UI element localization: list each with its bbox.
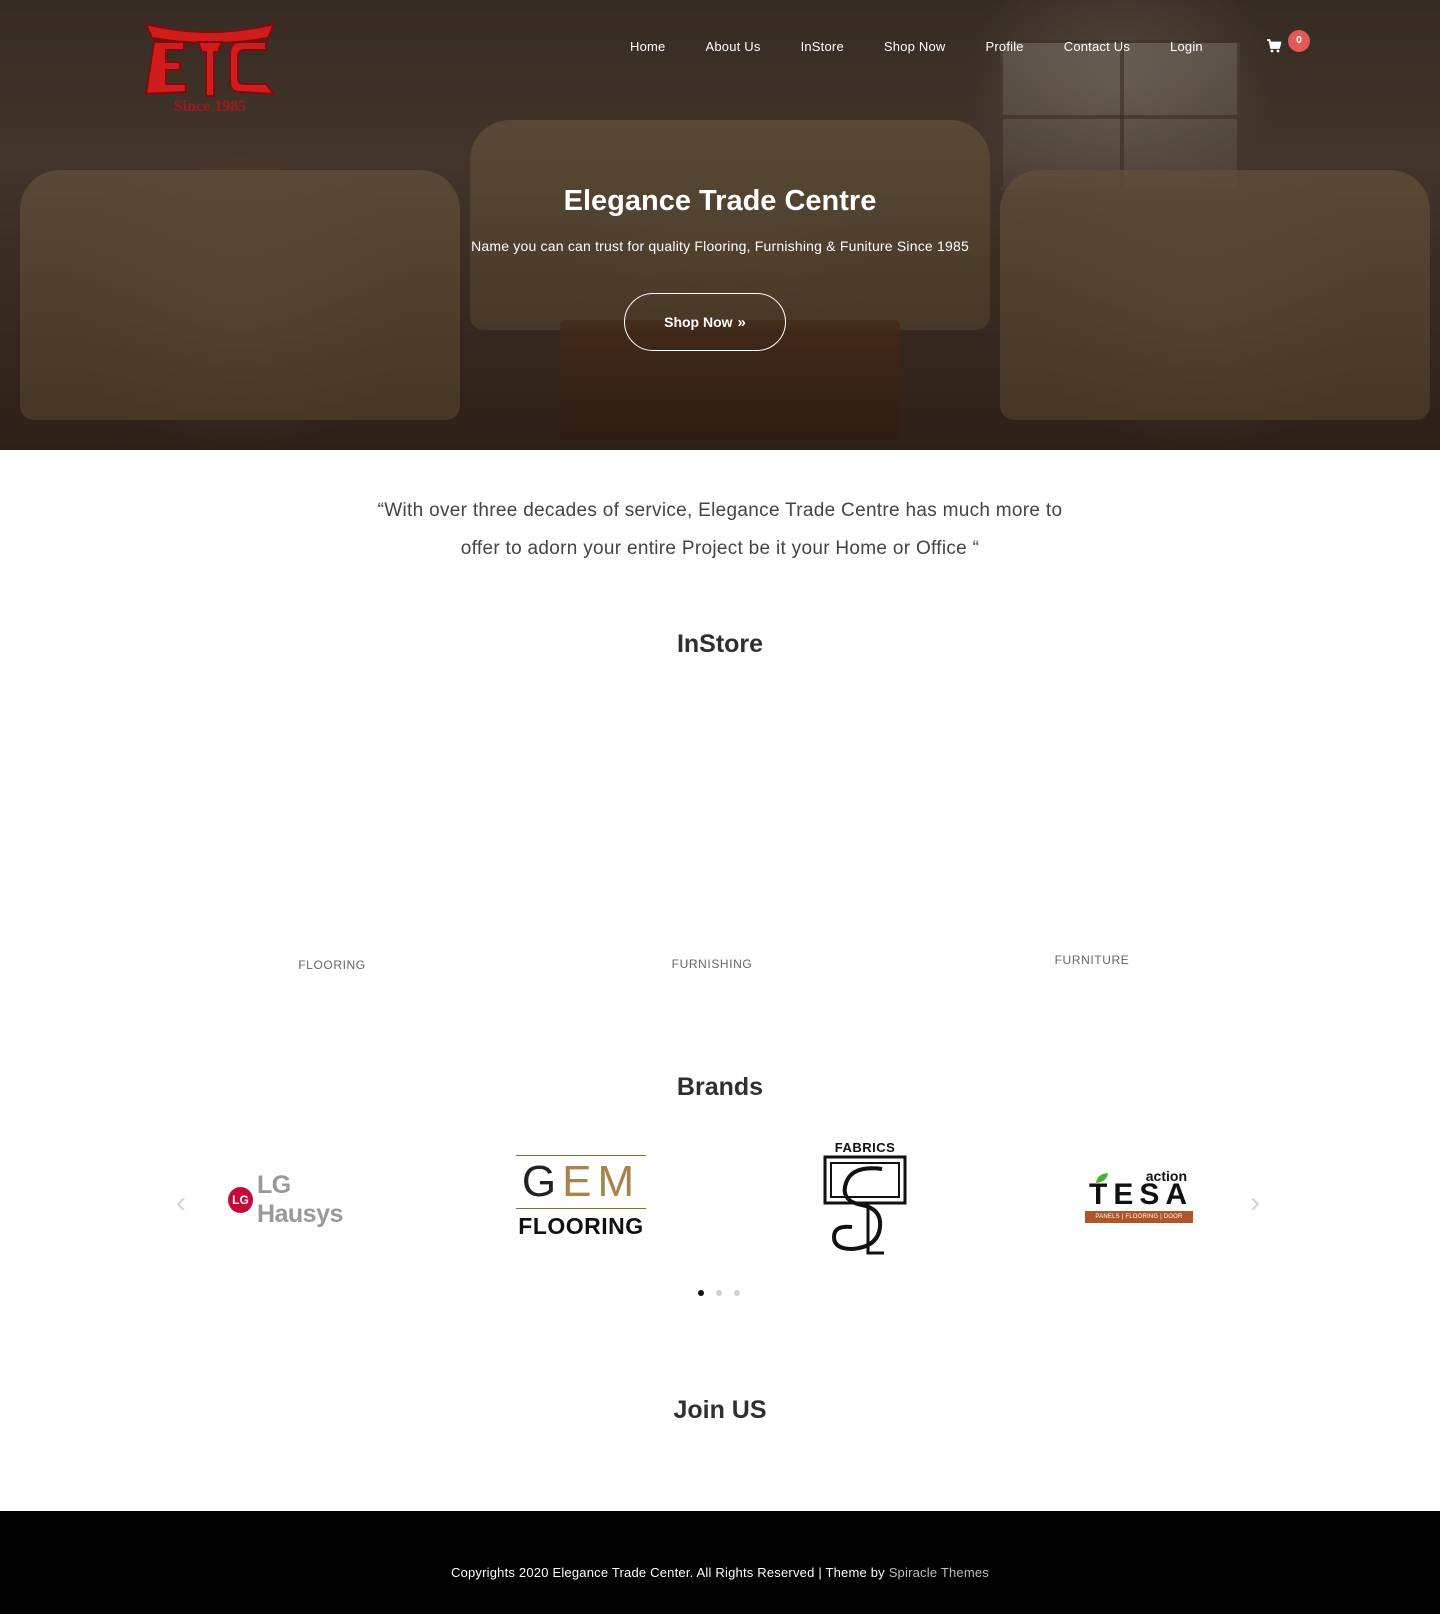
category-flooring[interactable]: FLOORING (252, 958, 412, 972)
carousel-dot-2[interactable] (716, 1290, 722, 1296)
chevron-right-icon[interactable]: › (1250, 1186, 1260, 1220)
nav-home[interactable]: Home (630, 39, 665, 54)
fabrics-logo-label: FABRICS (834, 1140, 896, 1155)
footer-copyright: Copyrights 2020 Elegance Trade Center. A… (0, 1565, 1440, 1580)
cart-icon (1267, 39, 1282, 53)
gem-logo-sub: FLOORING (518, 1213, 644, 1239)
cart-count-badge: 0 (1288, 30, 1310, 52)
category-furniture[interactable]: FURNITURE (1012, 953, 1172, 967)
tesa-logo-bar: PANELS | FLOORING | DOOR SKINS (1085, 1211, 1193, 1232)
nav-profile[interactable]: Profile (985, 39, 1023, 54)
gem-logo-mark: G EM (516, 1155, 646, 1209)
carousel-dot-3[interactable] (734, 1290, 740, 1296)
tesa-leaf-icon (1096, 1173, 1108, 1183)
brand-gem-flooring[interactable]: G EM FLOORING (516, 1155, 646, 1245)
intro-quote: “With over three decades of service, Ele… (320, 492, 1120, 568)
cart-button[interactable]: 0 (1266, 30, 1314, 58)
carousel-dots (698, 1290, 752, 1296)
logo-mark (144, 22, 277, 97)
brand-fabrics[interactable]: FABRICS (822, 1140, 908, 1256)
brand-action-tesa[interactable]: action TESA PANELS | FLOORING | DOOR SKI… (1085, 1168, 1195, 1232)
gem-logo-em: EM (562, 1157, 641, 1206)
hero-banner: Since 1985 Home About Us InStore Shop No… (0, 0, 1440, 450)
quote-line-2: offer to adorn your entire Project be it… (460, 538, 980, 559)
lg-logo-mark: LG (228, 1187, 253, 1213)
logo-tagline: Since 1985 (173, 98, 247, 115)
double-chevron-right-icon: » (737, 313, 746, 331)
carousel-dot-1[interactable] (698, 1290, 704, 1296)
site-footer: Copyrights 2020 Elegance Trade Center. A… (0, 1511, 1440, 1614)
brand-lg-hausys[interactable]: LG LG Hausys (228, 1171, 378, 1228)
hero-subtitle: Name you can can trust for quality Floor… (471, 238, 969, 254)
instore-heading: InStore (676, 630, 764, 658)
nav-contact-us[interactable]: Contact Us (1064, 39, 1130, 54)
brands-heading: Brands (676, 1073, 764, 1101)
shop-now-button[interactable]: Shop Now » (624, 293, 786, 351)
fabrics-logo-mark (823, 1155, 907, 1255)
nav-login[interactable]: Login (1170, 39, 1203, 54)
join-heading: Join US (673, 1396, 767, 1424)
hero-title: Elegance Trade Centre (563, 185, 877, 217)
gem-logo-g: G (521, 1157, 563, 1206)
lg-logo-text: LG Hausys (256, 1171, 343, 1228)
shop-now-label: Shop Now (664, 314, 733, 330)
quote-line-1: “With over three decades of service, Ele… (377, 500, 1063, 521)
footer-theme-link[interactable]: Spiracle Themes (889, 1565, 989, 1580)
main-nav: Home About Us InStore Shop Now Profile C… (630, 36, 1243, 56)
chevron-left-icon[interactable]: ‹ (176, 1186, 186, 1220)
nav-instore[interactable]: InStore (801, 39, 844, 54)
category-furnishing[interactable]: FURNISHING (632, 957, 792, 971)
footer-copyright-text: Copyrights 2020 Elegance Trade Center. A… (450, 1565, 885, 1580)
nav-about-us[interactable]: About Us (705, 39, 760, 54)
nav-shop-now[interactable]: Shop Now (884, 39, 946, 54)
etc-logo[interactable]: Since 1985 (140, 18, 280, 118)
